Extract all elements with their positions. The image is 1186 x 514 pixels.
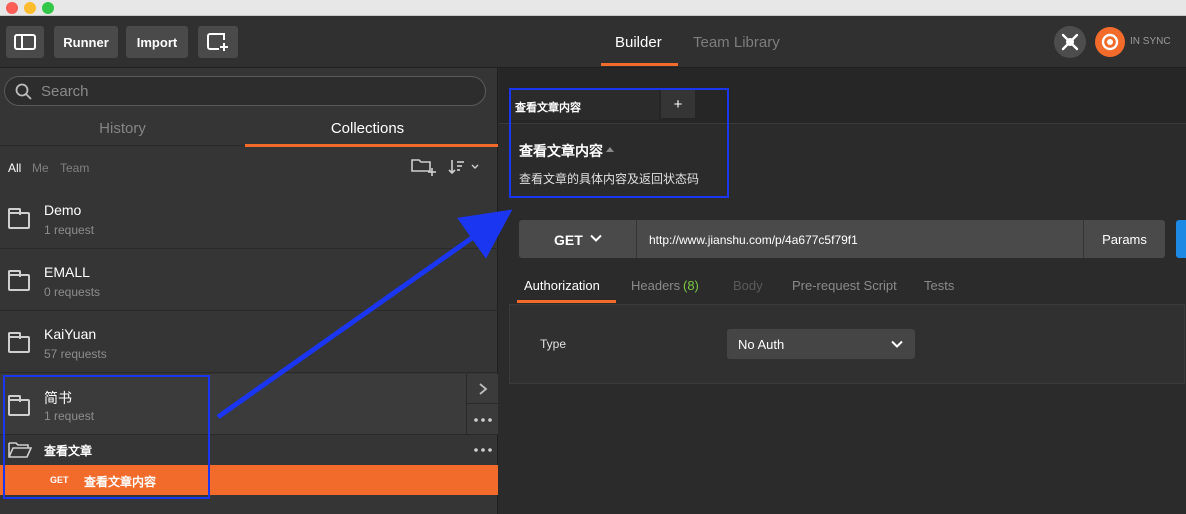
annotation-arrow: [216, 209, 513, 420]
